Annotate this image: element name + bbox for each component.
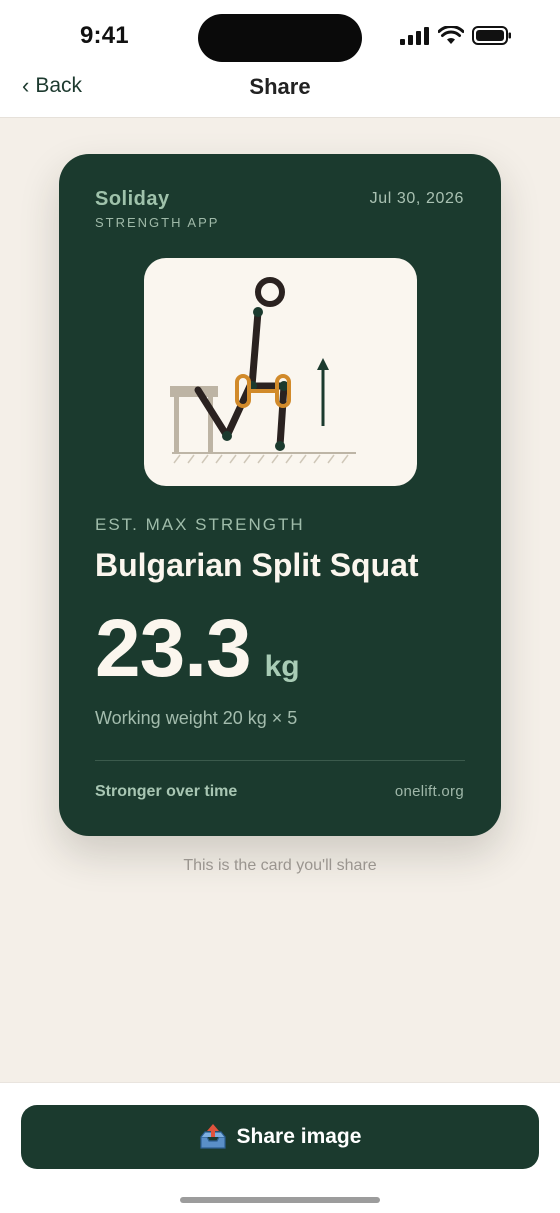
home-indicator: [180, 1197, 380, 1203]
dynamic-island: [198, 14, 362, 62]
share-image-button[interactable]: Share image: [21, 1105, 539, 1169]
exercise-illustration: [144, 258, 417, 486]
card-website: onelift.org: [394, 783, 464, 800]
brand-name: Soliday: [95, 188, 170, 210]
bulgarian-split-squat-icon: [170, 277, 356, 464]
working-weight: Working weight 20 kg × 5: [95, 708, 298, 728]
brand: Soliday STRENGTH APP: [95, 188, 219, 230]
share-screen: 9:41 ‹ Back Share Soliday STRENGTH APP J…: [0, 0, 560, 1213]
strength-value-row: 23.3 kg: [95, 602, 300, 696]
share-card: Soliday STRENGTH APP Jul 30, 2026 EST. M…: [59, 154, 501, 836]
status-bar: 9:41: [0, 0, 560, 74]
bottom-panel: Share image: [0, 1082, 560, 1213]
battery-icon: [472, 26, 511, 45]
card-tagline: Stronger over time: [95, 783, 238, 800]
page-title: Share: [249, 74, 311, 99]
brand-subtitle: STRENGTH APP: [95, 215, 220, 230]
nav-bar: ‹ Back Share: [0, 74, 560, 118]
card-date: Jul 30, 2026: [369, 190, 464, 207]
outbox-tray-icon: [199, 1124, 226, 1149]
strength-value: 23.3: [95, 603, 252, 694]
exercise-name: Bulgarian Split Squat: [95, 547, 419, 583]
card-divider: [95, 760, 465, 761]
status-icons: [400, 26, 512, 45]
status-time: 9:41: [80, 22, 129, 49]
share-button-label: Share image: [236, 1125, 362, 1148]
card-caption: This is the card you'll share: [183, 857, 377, 874]
wifi-icon: [438, 26, 464, 44]
strength-unit: kg: [264, 650, 300, 683]
cellular-signal-icon: [400, 26, 429, 45]
metric-label: EST. MAX STRENGTH: [95, 515, 305, 534]
